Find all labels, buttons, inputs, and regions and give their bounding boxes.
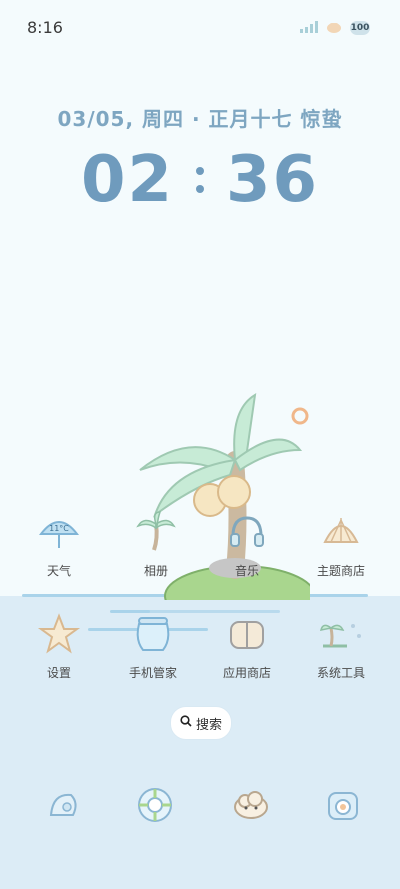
app-label: 相册 — [143, 564, 168, 578]
app-phone-manager[interactable]: 手机管家 — [108, 612, 198, 681]
clock-separator — [196, 167, 204, 193]
app-system-tools[interactable]: 系统工具 — [296, 612, 386, 681]
app-app-store[interactable]: 应用商店 — [202, 612, 292, 681]
umbrella-weather-icon: 11°C — [37, 510, 81, 554]
lifebuoy-icon — [135, 785, 175, 829]
dock-app-phone[interactable] — [38, 782, 88, 832]
signal-icon — [300, 18, 318, 37]
status-bar: 8:16 100 — [0, 0, 400, 56]
dock-app-browser[interactable] — [130, 782, 180, 832]
clock-minutes: 36 — [226, 143, 320, 217]
island-tools-icon — [319, 612, 363, 656]
jar-icon — [131, 612, 175, 656]
status-time: 8:16 — [27, 18, 63, 37]
camera-icon — [323, 785, 363, 829]
app-theme-store[interactable]: 主题商店 — [296, 510, 386, 579]
lock-clock: 02 36 — [0, 140, 400, 220]
starfish-icon — [37, 612, 81, 656]
app-label: 设置 — [46, 666, 71, 680]
lock-date: 03/05, 周四 · 正月十七 惊蛰 — [57, 107, 343, 131]
seashell-phone-icon — [43, 785, 83, 829]
app-settings[interactable]: 设置 — [14, 612, 104, 681]
dock-app-messages[interactable] — [226, 782, 276, 832]
headphones-icon — [225, 510, 269, 554]
box-icon — [225, 612, 269, 656]
app-weather[interactable]: 11°C 天气 — [14, 510, 104, 579]
app-label: 手机管家 — [128, 666, 177, 680]
search-button[interactable]: 搜索 — [170, 706, 232, 740]
dock-app-camera[interactable] — [318, 782, 368, 832]
battery-indicator: 100 — [350, 20, 370, 35]
shell-icon — [319, 510, 363, 554]
search-icon — [180, 715, 192, 731]
search-label: 搜索 — [195, 717, 222, 733]
cloud-chat-icon — [231, 785, 271, 829]
app-music[interactable]: 音乐 — [202, 510, 292, 579]
app-label: 应用商店 — [222, 666, 271, 680]
app-label: 主题商店 — [316, 564, 365, 578]
clock-hours: 02 — [80, 143, 174, 217]
app-label: 天气 — [46, 564, 71, 578]
palm-tree-icon — [134, 510, 178, 554]
app-gallery[interactable]: 相册 — [111, 510, 201, 579]
svg-text:11°C: 11°C — [49, 524, 69, 533]
app-label: 系统工具 — [316, 666, 365, 680]
app-label: 音乐 — [234, 564, 259, 578]
cloud-icon — [326, 18, 342, 37]
status-icons: 100 — [300, 18, 370, 37]
